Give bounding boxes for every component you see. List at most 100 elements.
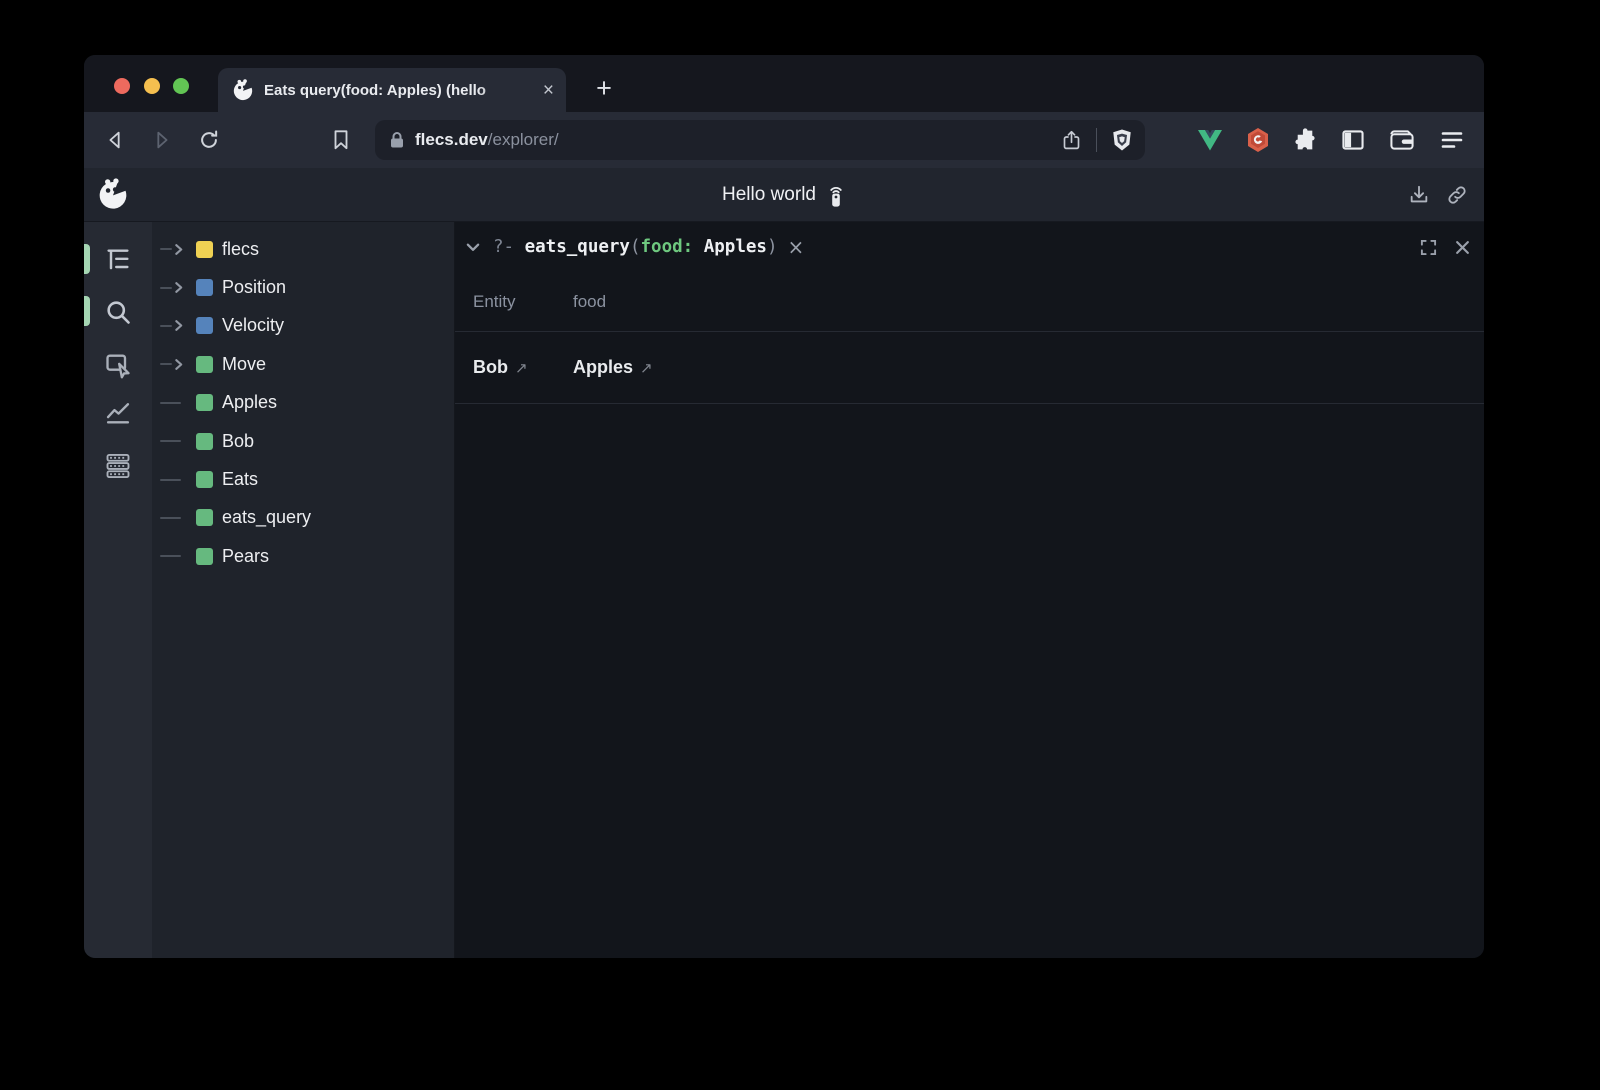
tree-item-label: Position xyxy=(222,277,286,298)
link-icon[interactable] xyxy=(1446,184,1468,206)
share-icon[interactable] xyxy=(1061,130,1082,151)
table-cell: Bob ↗ xyxy=(473,357,573,378)
tab-strip: Eats query(food: Apples) (hello × + xyxy=(84,55,1484,112)
tree-item-label: Eats xyxy=(222,469,258,490)
tree-item-label: eats_query xyxy=(222,507,311,528)
remote-icon[interactable] xyxy=(826,183,846,207)
tree-connector xyxy=(160,555,196,557)
entity-color-square xyxy=(196,317,213,334)
tree-item-label: Velocity xyxy=(222,315,284,336)
table-row: Bob ↗ Apples ↗ xyxy=(455,332,1484,404)
flecs-logo[interactable] xyxy=(97,178,129,210)
tab-title: Eats query(food: Apples) (hello xyxy=(264,82,537,99)
vue-devtools-icon[interactable] xyxy=(1197,128,1223,152)
active-panel-indicator xyxy=(84,244,90,274)
reload-icon[interactable] xyxy=(198,129,220,151)
inspect-panel-icon[interactable] xyxy=(104,351,132,379)
tree-connector xyxy=(160,517,196,519)
flecs-favicon-icon xyxy=(232,79,254,101)
tree-connector xyxy=(160,281,196,294)
stats-panel-icon[interactable] xyxy=(104,399,132,427)
column-header: food xyxy=(573,292,606,312)
entity-color-square xyxy=(196,394,213,411)
download-icon[interactable] xyxy=(1408,184,1430,206)
entity-link[interactable]: Apples xyxy=(573,357,633,378)
query-panel-header: ?- eats_query(food: Apples) × xyxy=(455,222,1484,272)
brave-shield-icon[interactable] xyxy=(1111,128,1133,152)
tab-close-icon[interactable]: × xyxy=(543,81,554,100)
entity-color-square xyxy=(196,433,213,450)
bookmark-icon[interactable] xyxy=(331,129,351,151)
forward-icon[interactable] xyxy=(151,129,173,151)
tree-item[interactable]: eats_query xyxy=(152,499,454,537)
back-icon[interactable] xyxy=(104,129,126,151)
entity-link[interactable]: Bob xyxy=(473,357,508,378)
query-panel: ?- eats_query(food: Apples) × Entityfood… xyxy=(455,222,1484,958)
url-text: flecs.dev/explorer/ xyxy=(415,130,1061,150)
tree-item[interactable]: flecs xyxy=(152,230,454,268)
entity-color-square xyxy=(196,509,213,526)
minimize-window-button[interactable] xyxy=(144,78,160,94)
chevron-right-icon[interactable] xyxy=(172,358,185,371)
url-bar[interactable]: flecs.dev/explorer/ xyxy=(375,120,1145,160)
tree-item[interactable]: Bob xyxy=(152,422,454,460)
active-panel-indicator xyxy=(84,296,90,326)
tree-connector xyxy=(160,402,196,404)
tree-item[interactable]: Velocity xyxy=(152,307,454,345)
extensions-puzzle-icon[interactable] xyxy=(1293,128,1318,153)
icon-sidebar xyxy=(84,222,152,958)
memory-panel-icon[interactable] xyxy=(104,452,132,480)
search-panel-icon[interactable] xyxy=(104,298,132,326)
tree-connector xyxy=(160,243,196,256)
external-link-arrow-icon[interactable]: ↗ xyxy=(515,359,528,377)
entity-color-square xyxy=(196,471,213,488)
table-body: Bob ↗ Apples ↗ xyxy=(455,332,1484,404)
chevron-right-icon[interactable] xyxy=(172,319,185,332)
url-path: /explorer/ xyxy=(488,130,559,149)
sidebar-toggle-icon[interactable] xyxy=(1342,130,1365,151)
tree-connector xyxy=(160,319,196,332)
table-header-row: Entityfood xyxy=(455,272,1484,332)
app-header: Hello world xyxy=(84,168,1484,222)
tree-connector xyxy=(160,358,196,371)
zoom-window-button[interactable] xyxy=(173,78,189,94)
tree-connector xyxy=(160,440,196,442)
tree-item[interactable]: Move xyxy=(152,345,454,383)
entity-color-square xyxy=(196,356,213,373)
chevron-down-icon[interactable] xyxy=(465,239,481,255)
wallet-icon[interactable] xyxy=(1390,129,1415,151)
query-result-table: Entityfood Bob ↗ Apples ↗ xyxy=(455,272,1484,404)
tree-item[interactable]: Apples xyxy=(152,384,454,422)
toolbar-separator xyxy=(1096,128,1097,152)
new-tab-button[interactable]: + xyxy=(584,68,624,108)
tree-connector xyxy=(160,479,196,481)
browser-window: Eats query(food: Apples) (hello × + flec… xyxy=(84,55,1484,958)
menu-icon[interactable] xyxy=(1441,131,1463,149)
tree-item[interactable]: Pears xyxy=(152,537,454,575)
hexagon-extension-icon[interactable] xyxy=(1246,127,1271,153)
page-title: Hello world xyxy=(722,184,816,206)
tree-item-label: Move xyxy=(222,354,266,375)
browser-tab[interactable]: Eats query(food: Apples) (hello × xyxy=(218,68,566,112)
tree-panel-icon[interactable] xyxy=(104,246,132,274)
column-header: Entity xyxy=(473,292,573,312)
tree-item-label: flecs xyxy=(222,239,259,260)
url-domain: flecs.dev xyxy=(415,130,488,149)
tree-item-label: Apples xyxy=(222,392,277,413)
entity-color-square xyxy=(196,241,213,258)
fullscreen-icon[interactable] xyxy=(1420,239,1437,256)
chevron-right-icon[interactable] xyxy=(172,281,185,294)
close-icon[interactable]: × xyxy=(788,235,805,259)
chevron-right-icon[interactable] xyxy=(172,243,185,256)
panel-close-icon[interactable] xyxy=(1455,240,1470,255)
entity-tree: flecs Position xyxy=(152,222,455,958)
external-link-arrow-icon[interactable]: ↗ xyxy=(640,359,653,377)
entity-color-square xyxy=(196,548,213,565)
tree-item[interactable]: Position xyxy=(152,268,454,306)
entity-color-square xyxy=(196,279,213,296)
lock-icon xyxy=(389,131,405,149)
close-window-button[interactable] xyxy=(114,78,130,94)
query-expression: ?- eats_query(food: Apples) xyxy=(493,237,778,257)
table-cell: Apples ↗ xyxy=(573,357,653,378)
tree-item[interactable]: Eats xyxy=(152,460,454,498)
